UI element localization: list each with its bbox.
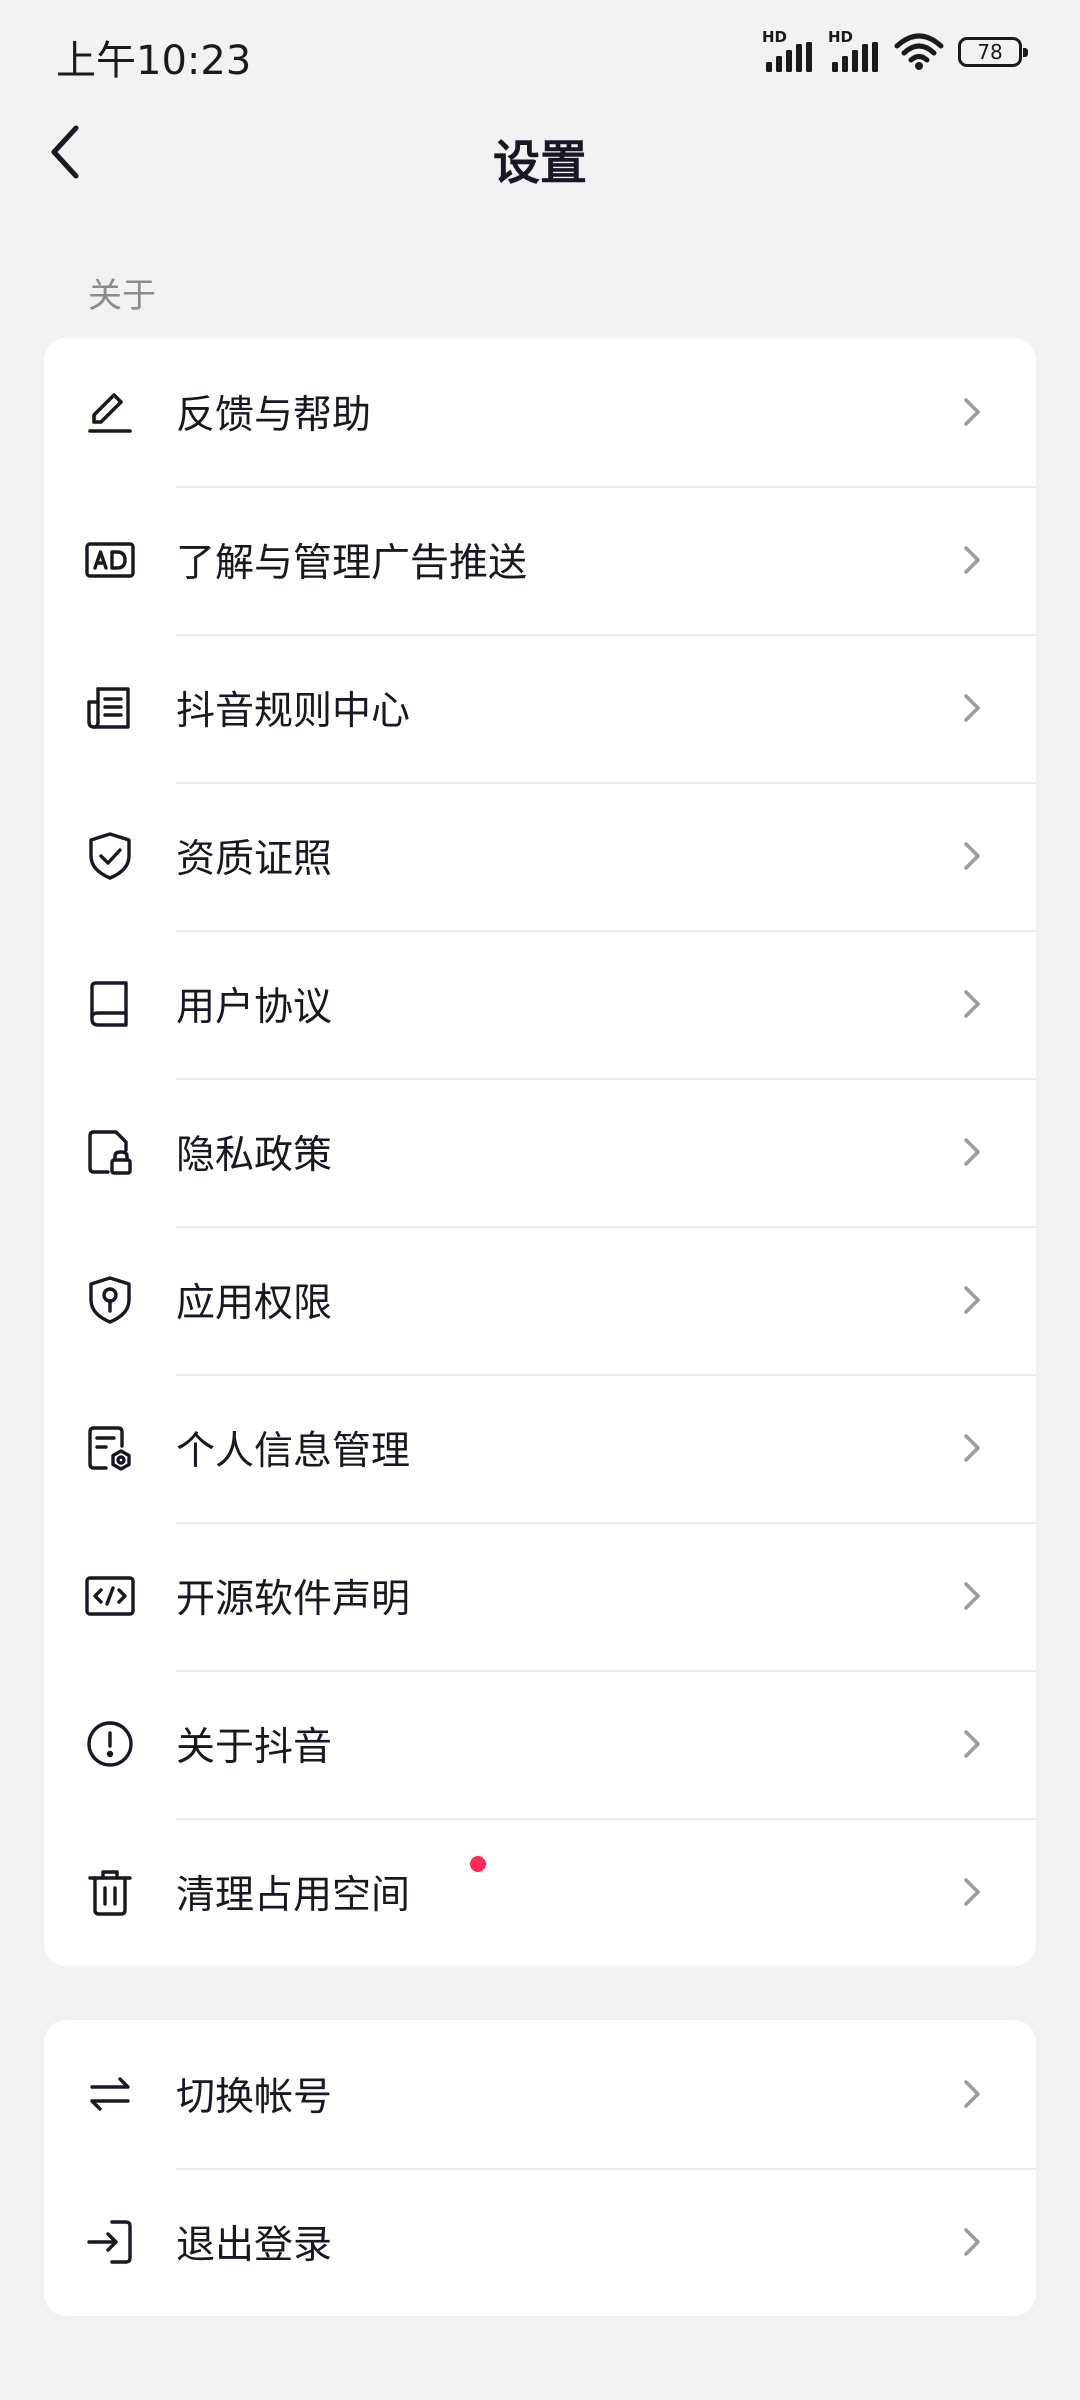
status-time: 上午10:23 [56,38,252,84]
chevron-right-icon [964,1730,980,1758]
chevron-right-icon [964,546,980,574]
status-bar: 上午10:23 HD HD 78 [0,0,1080,104]
row-label: 反馈与帮助 [176,393,372,438]
edit-pen-icon [84,386,136,438]
settings-row-personal-info[interactable]: 个人信息管理 [44,1374,1036,1522]
chevron-right-icon [964,1878,980,1906]
settings-row-qualifications[interactable]: 资质证照 [44,782,1036,930]
row-label: 个人信息管理 [176,1429,411,1474]
battery-icon: 78 [958,37,1028,67]
info-exclamation-icon [84,1718,136,1770]
row-label: 切换帐号 [176,2075,333,2120]
row-label: 开源软件声明 [176,1577,411,1622]
chevron-right-icon [964,842,980,870]
row-label: 关于抖音 [176,1725,333,1770]
settings-row-ad-management[interactable]: 了解与管理广告推送 [44,486,1036,634]
signal-strength-icon: HD [762,30,814,74]
settings-row-logout[interactable]: 退出登录 [44,2168,1036,2316]
about-settings-card: 反馈与帮助 了解与管理广告推送 抖音规则中心 资质证照 用户协议 隐私政策 应用… [44,338,1036,1966]
page-title: 设置 [493,136,587,191]
row-label: 了解与管理广告推送 [176,541,528,586]
account-settings-card: 切换帐号 退出登录 [44,2020,1036,2316]
chevron-right-icon [964,2228,980,2256]
section-label-about: 关于 [88,276,156,316]
switch-arrows-icon [84,2068,136,2120]
row-label: 资质证照 [176,837,333,882]
settings-row-user-agreement[interactable]: 用户协议 [44,930,1036,1078]
ad-icon [84,534,136,586]
nav-bar: 设置 [0,104,1080,200]
settings-row-open-source[interactable]: 开源软件声明 [44,1522,1036,1670]
chevron-right-icon [964,2080,980,2108]
settings-row-privacy-policy[interactable]: 隐私政策 [44,1078,1036,1226]
shield-check-icon [84,830,136,882]
document-list-icon [84,682,136,734]
row-label: 退出登录 [176,2223,333,2268]
notification-badge [470,1856,486,1872]
signal-strength-icon: HD [828,30,880,74]
settings-row-clear-storage[interactable]: 清理占用空间 [44,1818,1036,1966]
chevron-right-icon [964,1434,980,1462]
settings-row-switch-account[interactable]: 切换帐号 [44,2020,1036,2168]
settings-row-about-douyin[interactable]: 关于抖音 [44,1670,1036,1818]
row-label: 应用权限 [176,1281,333,1326]
battery-level: 78 [977,40,1003,64]
code-icon [84,1570,136,1622]
file-lock-icon [84,1126,136,1178]
chevron-right-icon [964,990,980,1018]
trash-icon [84,1866,136,1918]
row-label: 用户协议 [176,985,333,1030]
chevron-right-icon [964,694,980,722]
wifi-icon [894,33,944,70]
row-label: 清理占用空间 [176,1873,411,1918]
file-settings-icon [84,1422,136,1474]
row-label: 抖音规则中心 [176,689,411,734]
settings-row-app-permissions[interactable]: 应用权限 [44,1226,1036,1374]
chevron-right-icon [964,398,980,426]
settings-row-feedback-help[interactable]: 反馈与帮助 [44,338,1036,486]
shield-key-icon [84,1274,136,1326]
row-label: 隐私政策 [176,1133,333,1178]
settings-row-rules-center[interactable]: 抖音规则中心 [44,634,1036,782]
logout-icon [84,2216,136,2268]
chevron-right-icon [964,1582,980,1610]
book-icon [84,978,136,1030]
status-icons: HD HD 78 [762,28,1028,76]
chevron-right-icon [964,1138,980,1166]
chevron-right-icon [964,1286,980,1314]
